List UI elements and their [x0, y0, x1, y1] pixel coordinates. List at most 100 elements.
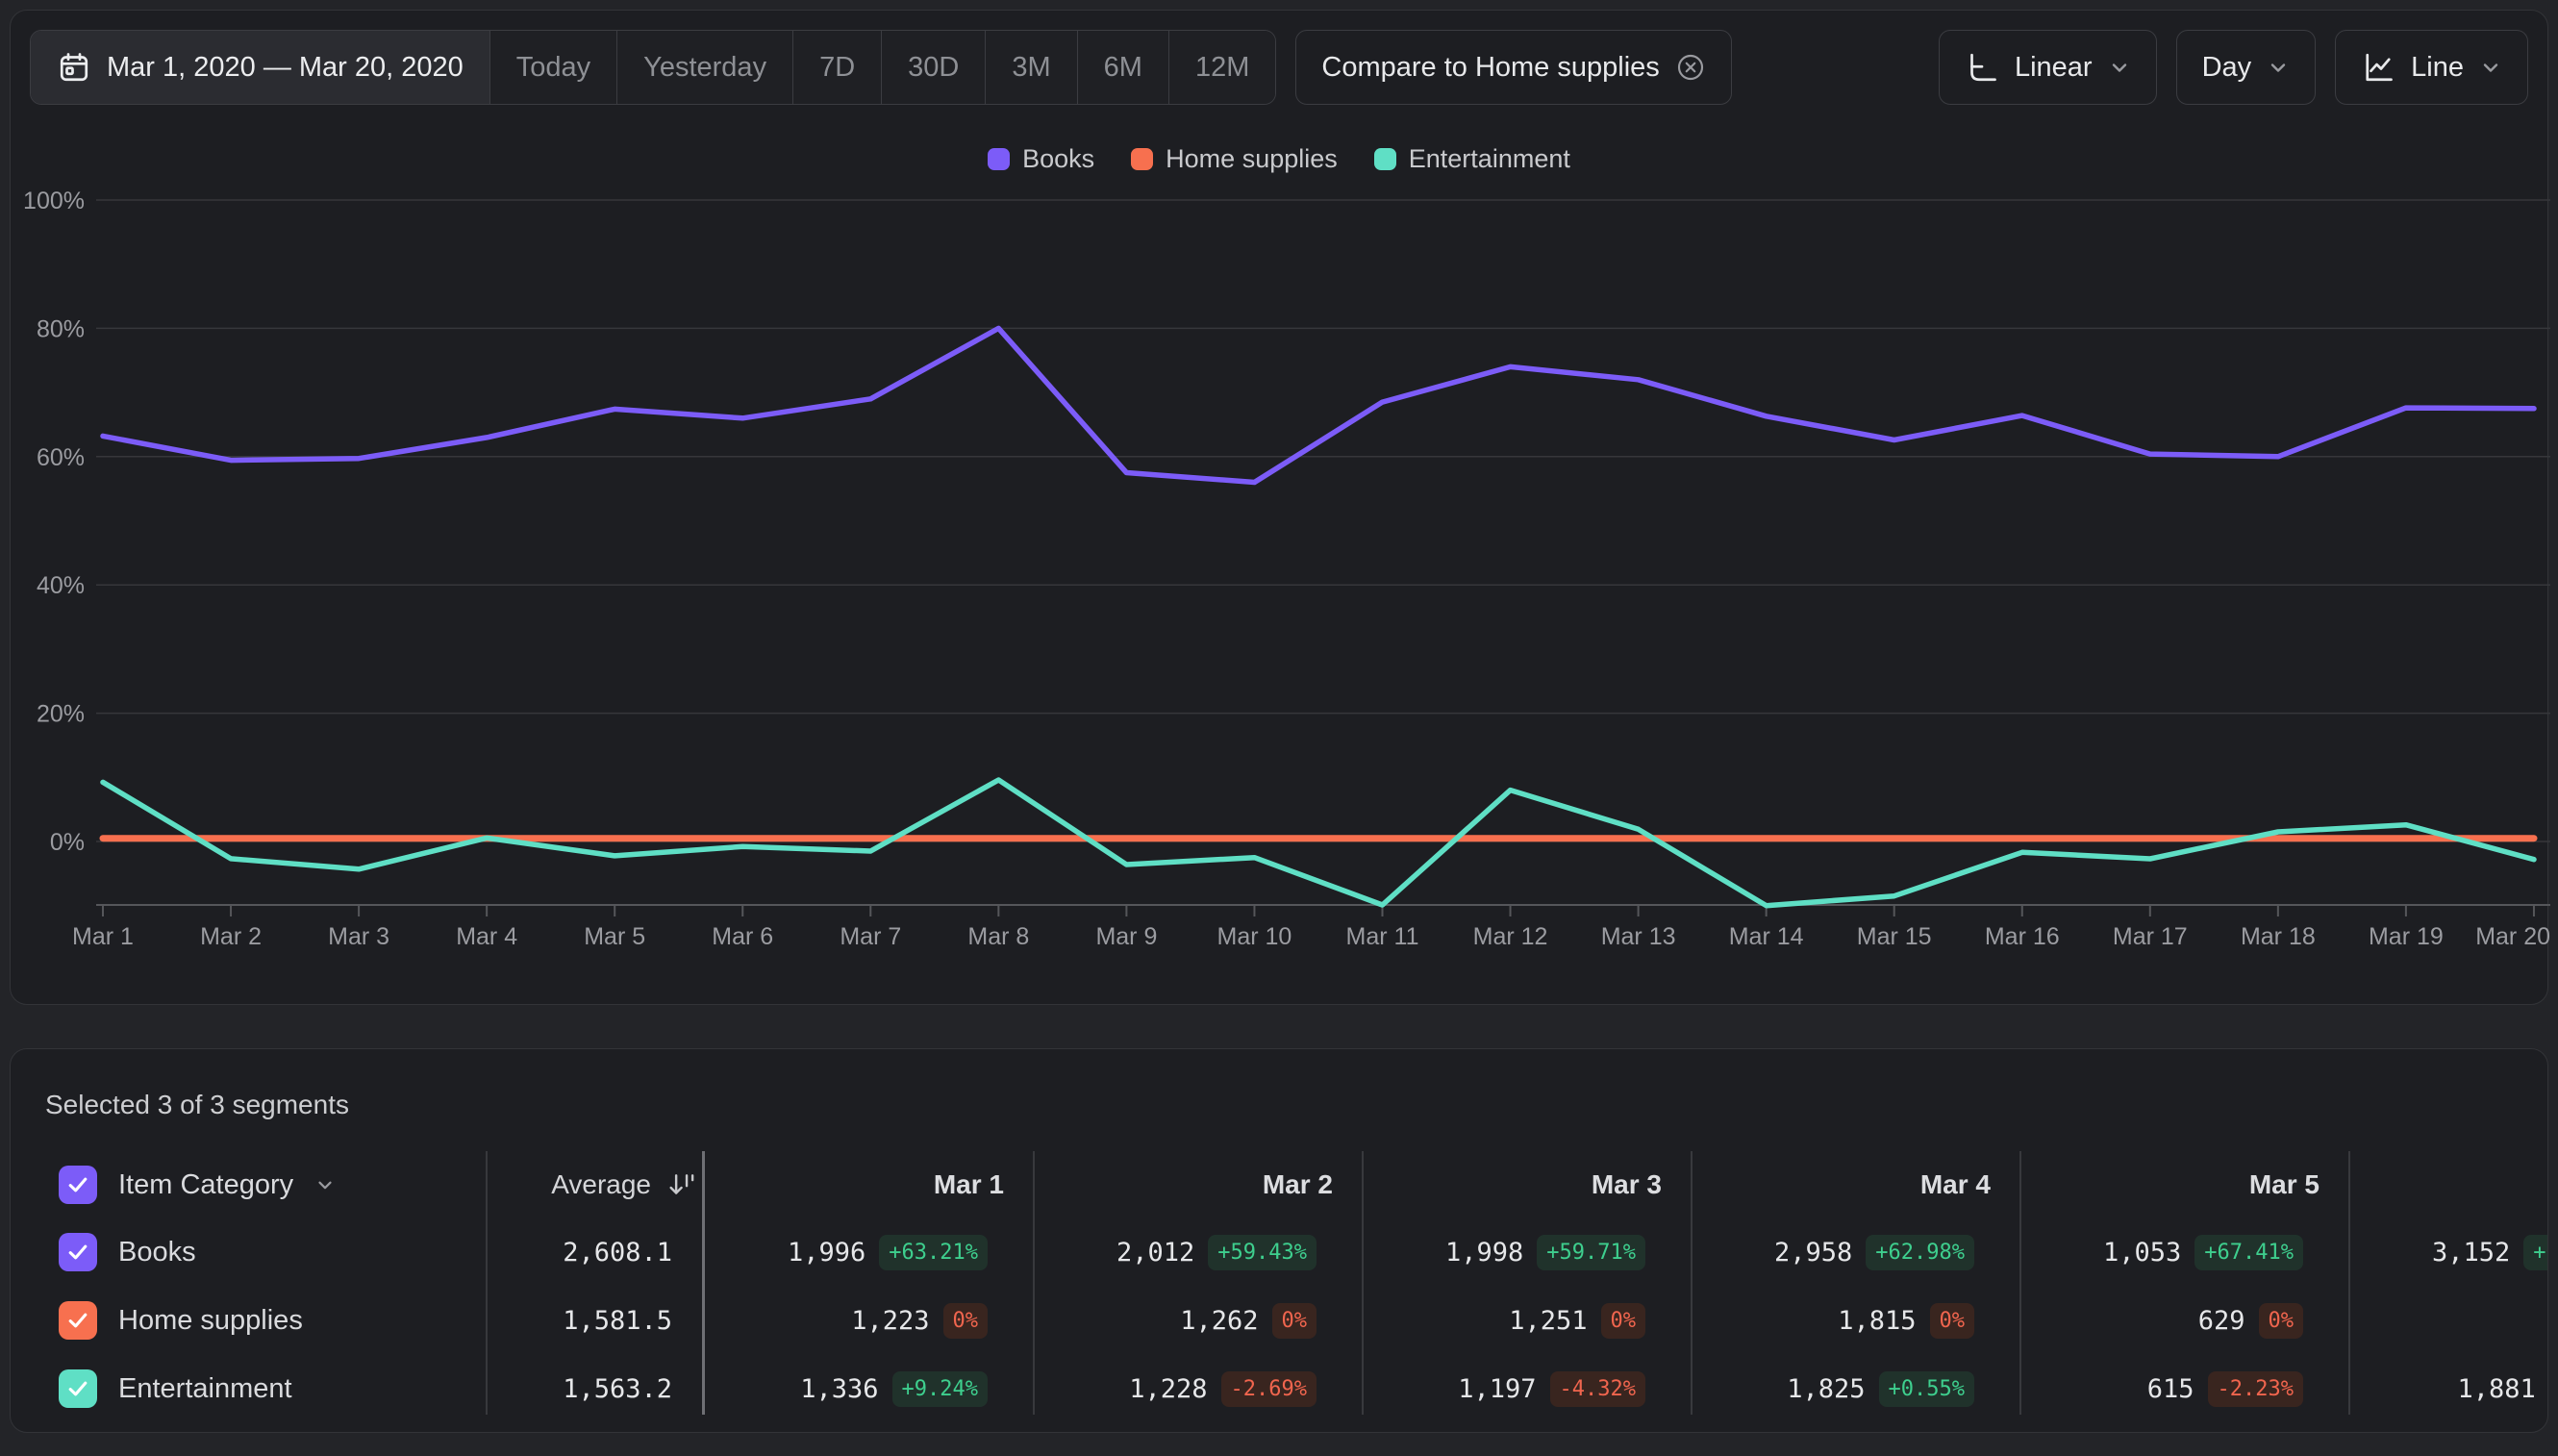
- cell-value: 1,825: [1787, 1374, 1865, 1404]
- chart-legend: Books Home supplies Entertainment: [0, 144, 2558, 174]
- column-divider: [2348, 1151, 2350, 1415]
- metric-cell: 1,881-2: [2348, 1355, 2548, 1422]
- books-swatch: [988, 148, 1010, 170]
- day-column-header: Mar 4: [1691, 1151, 2019, 1218]
- column-divider: [1691, 1151, 1693, 1415]
- cell-delta-badge: +63.21%: [879, 1235, 988, 1270]
- cell-value: 1,998: [1445, 1238, 1523, 1268]
- metric-cell: 1,996 +63.21%: [704, 1218, 1033, 1286]
- column-divider: [2019, 1151, 2021, 1415]
- metric-cell: 1,262 0%: [1033, 1287, 1362, 1354]
- scale-dropdown[interactable]: Linear: [1939, 30, 2157, 105]
- chart-toolbar: Mar 1, 2020 — Mar 20, 2020 Today Yesterd…: [30, 30, 2528, 105]
- average-header[interactable]: Average: [486, 1151, 703, 1218]
- table-row-books: Books 2,608.1 1,996+63.21%2,012+59.43%1,…: [11, 1218, 2547, 1286]
- day-column-header: Mar 1: [704, 1151, 1033, 1218]
- cell-delta-badge: +62.98%: [1866, 1235, 1974, 1270]
- table-header-row: Item Category Average Mar 1 Mar 2 Mar 3 Mar…: [11, 1151, 2547, 1218]
- frozen-column-divider: [702, 1151, 705, 1415]
- cell-value: 1,262: [1180, 1306, 1258, 1336]
- cell-value: 1,053: [2103, 1238, 2181, 1268]
- cell-delta-badge: 0%: [1930, 1303, 1975, 1339]
- metric-cell: 1,998 +59.71%: [1362, 1218, 1691, 1286]
- metric-cell: 1,2510%: [1362, 1287, 1691, 1354]
- scale-dropdown-label: Linear: [2015, 52, 2093, 84]
- table-row-entertainment: Entertainment 1,563.2 1,336+9.24%1,228-2…: [11, 1355, 2547, 1422]
- preset-12m[interactable]: 12M: [1168, 31, 1275, 104]
- column-divider: [1362, 1151, 1364, 1415]
- cell-value: 1,228: [1129, 1374, 1207, 1404]
- row-label: Entertainment: [118, 1373, 292, 1405]
- home-supplies-swatch: [1131, 148, 1153, 170]
- chevron-down-icon[interactable]: [314, 1174, 336, 1195]
- day-column-header: Mar 3: [1362, 1151, 1691, 1218]
- analytics-dashboard: Mar 1, 2020 — Mar 20, 2020 Today Yesterd…: [0, 0, 2558, 1456]
- legend-item-entertainment[interactable]: Entertainment: [1374, 144, 1570, 174]
- date-range-button[interactable]: Mar 1, 2020 — Mar 20, 2020: [31, 31, 489, 104]
- preset-30d[interactable]: 30D: [881, 31, 985, 104]
- metric-cell: 2,958+62.98%: [1691, 1218, 2019, 1286]
- day-column-header-label: Mar 4: [1920, 1169, 1991, 1200]
- remove-compare-icon[interactable]: [1675, 52, 1706, 83]
- entertainment-swatch: [1374, 148, 1396, 170]
- day-column-header-label: Mar 1: [934, 1169, 1004, 1200]
- calendar-icon: [57, 50, 91, 85]
- cell-value: 1,223: [851, 1306, 929, 1336]
- select-all-checkbox[interactable]: [59, 1166, 97, 1204]
- home-supplies-checkbox[interactable]: [59, 1301, 97, 1340]
- cell-delta-badge: +59.43%: [1208, 1235, 1317, 1270]
- cell-delta-badge: -4.32%: [1550, 1371, 1645, 1407]
- column-divider: [486, 1151, 488, 1415]
- cell-delta-badge: +59.71%: [1537, 1235, 1645, 1270]
- date-range-label: Mar 1, 2020 — Mar 20, 2020: [107, 52, 464, 84]
- day-column-header: Mar 2: [1033, 1151, 1362, 1218]
- books-checkbox[interactable]: [59, 1233, 97, 1271]
- legend-item-home-supplies[interactable]: Home supplies: [1131, 144, 1338, 174]
- preset-today[interactable]: Today: [489, 31, 616, 104]
- legend-label: Entertainment: [1409, 144, 1570, 174]
- cell-delta-badge: +67.41%: [2194, 1235, 2303, 1270]
- row-label: Books: [118, 1237, 196, 1268]
- cell-value: 1,996: [788, 1238, 865, 1268]
- metric-cell: 1,197 -4.32%: [1362, 1355, 1691, 1422]
- metric-cell: 1,223 0%: [704, 1287, 1033, 1354]
- metric-cell: 1,053 +67.41%: [2019, 1218, 2348, 1286]
- cell-delta-badge: +0.55%: [1879, 1371, 1974, 1407]
- metric-cell: 1,825 +0.55%: [1691, 1355, 2019, 1422]
- table-row-home-supplies: Home supplies 1,581.5 1,2230%1,2620%1,25…: [11, 1287, 2547, 1354]
- cell-delta-badge: -2.69%: [1221, 1371, 1317, 1407]
- day-column-header-label: Mar 5: [2249, 1169, 2320, 1200]
- granularity-dropdown[interactable]: Day: [2176, 30, 2317, 105]
- chart-type-dropdown-label: Line: [2411, 52, 2464, 84]
- cell-delta-badge: +9.24%: [892, 1371, 988, 1407]
- preset-yesterday[interactable]: Yesterday: [616, 31, 792, 104]
- preset-7d[interactable]: 7D: [792, 31, 881, 104]
- cell-delta-badge: 0%: [2259, 1303, 2304, 1339]
- legend-label: Books: [1022, 144, 1094, 174]
- average-value: 2,608.1: [486, 1218, 703, 1286]
- column-divider: [1033, 1151, 1035, 1415]
- preset-6m[interactable]: 6M: [1077, 31, 1168, 104]
- day-column-header-label: Mar 2: [1263, 1169, 1333, 1200]
- entertainment-checkbox[interactable]: [59, 1369, 97, 1408]
- segments-table-card: Selected 3 of 3 segments Item Category A…: [10, 1048, 2548, 1433]
- compare-chip-label: Compare to Home supplies: [1321, 52, 1659, 84]
- cell-value: 1,197: [1458, 1374, 1536, 1404]
- cell-value: 1,815: [1838, 1306, 1916, 1336]
- date-range-control: Mar 1, 2020 — Mar 20, 2020 Today Yesterd…: [30, 30, 1276, 105]
- chart-type-dropdown[interactable]: Line: [2335, 30, 2528, 105]
- legend-item-books[interactable]: Books: [988, 144, 1094, 174]
- cell-delta-badge: 0%: [943, 1303, 989, 1339]
- preset-3m[interactable]: 3M: [985, 31, 1076, 104]
- cell-delta-badge: -2.23%: [2208, 1371, 2303, 1407]
- day-column-header: Mar 5: [2019, 1151, 2348, 1218]
- sort-descending-icon[interactable]: [665, 1168, 697, 1201]
- cell-delta-badge: 0%: [1272, 1303, 1317, 1339]
- chevron-down-icon: [2108, 56, 2131, 79]
- compare-chip[interactable]: Compare to Home supplies: [1295, 30, 1731, 105]
- metric-cell: 2,012+59.43%: [1033, 1218, 1362, 1286]
- day-column-header-label: Mar 3: [1592, 1169, 1662, 1200]
- cell-value: 1,251: [1509, 1306, 1587, 1336]
- average-header-label: Average: [551, 1169, 651, 1200]
- category-header-label[interactable]: Item Category: [118, 1169, 293, 1201]
